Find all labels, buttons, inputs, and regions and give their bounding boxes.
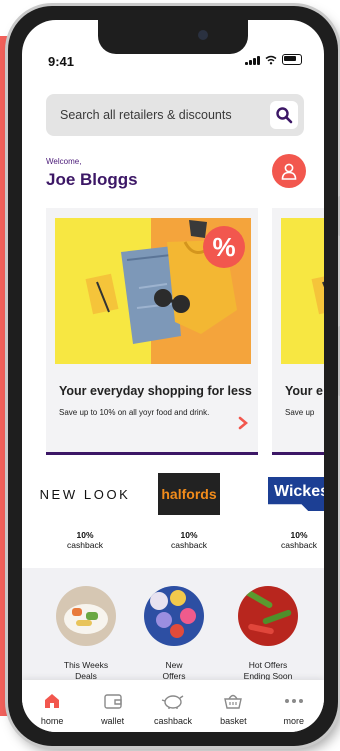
tab-label: cashback [153, 716, 192, 726]
status-time: 9:41 [48, 54, 75, 69]
new-look-logo: NEW LOOK [39, 486, 131, 502]
chevron-right-icon[interactable] [238, 416, 248, 430]
search-icon [276, 107, 293, 124]
cashback-label: cashback [171, 540, 207, 550]
tab-home[interactable]: home [24, 680, 80, 726]
deal-hot-offers[interactable]: Hot Offers Ending Soon [228, 586, 308, 682]
cashback-percent: 10% [76, 530, 94, 540]
tab-more[interactable]: more [266, 680, 322, 726]
status-icons [245, 54, 302, 65]
signal-icon [245, 55, 260, 65]
camera-icon [198, 30, 208, 40]
promo-title: Your everyday shopping for less [59, 384, 252, 398]
promo-card[interactable]: Your e Save up [272, 208, 324, 455]
deal-this-weeks[interactable]: This Weeks Deals [46, 586, 126, 682]
discount-badge: % [203, 226, 245, 268]
search-input[interactable]: Search all retailers & discounts [60, 108, 270, 122]
user-name: Joe Bloggs [46, 170, 138, 189]
tab-basket[interactable]: basket [205, 680, 261, 726]
deal-label: Hot Offers Ending Soon [243, 660, 293, 681]
search-bar[interactable]: Search all retailers & discounts [46, 94, 304, 136]
retailer-halfords[interactable]: halfords 10% cashback [144, 472, 234, 550]
retailer-wickes[interactable]: Wickes 10% cashback [254, 472, 324, 550]
tab-cashback[interactable]: cashback [145, 680, 201, 726]
retailer-new-look[interactable]: NEW LOOK 10% cashback [39, 472, 131, 551]
deal-image [56, 586, 116, 646]
cashback-label: cashback [281, 540, 317, 550]
promo-card[interactable]: % Your everyday shopping for less Save u… [46, 208, 258, 455]
tab-label: wallet [101, 716, 125, 726]
tab-label: basket [220, 716, 247, 726]
deal-image [238, 586, 298, 646]
deal-new-offers[interactable]: New Offers [134, 586, 214, 682]
halfords-logo: halfords [144, 472, 234, 516]
deal-image [144, 586, 204, 646]
promo-image [281, 218, 324, 364]
search-button[interactable] [270, 101, 298, 129]
battery-icon [282, 54, 302, 65]
promo-title: Your e [285, 384, 323, 398]
promo-subtitle: Save up [285, 408, 315, 417]
cashback-label: cashback [67, 540, 103, 550]
more-dots-icon [284, 699, 303, 703]
user-icon [281, 163, 297, 180]
piggy-bank-icon [161, 695, 184, 709]
app-screen: 9:41 Search all retailers & discounts We… [22, 20, 324, 732]
wifi-icon [265, 55, 277, 64]
promo-image: % [55, 218, 251, 364]
promo-subtitle: Save up to 10% on all yoyr food and drin… [59, 408, 210, 417]
home-icon [45, 694, 60, 708]
profile-button[interactable] [272, 154, 306, 188]
deal-label: This Weeks Deals [63, 660, 109, 681]
cashback-percent: 10% [290, 530, 308, 540]
cashback-percent: 10% [180, 530, 198, 540]
basket-icon [224, 694, 243, 709]
phone-frame: 9:41 Search all retailers & discounts We… [8, 6, 340, 746]
bottom-tab-bar: home wallet cashback basket more [22, 680, 324, 732]
deal-label: New Offers [162, 660, 186, 681]
wallet-icon [103, 694, 122, 709]
notch [98, 20, 248, 54]
wickes-logo: Wickes [254, 472, 324, 516]
tab-label: more [283, 716, 304, 726]
welcome-label: Welcome, [46, 157, 82, 166]
tab-label: home [40, 716, 64, 726]
tab-wallet[interactable]: wallet [85, 680, 141, 726]
